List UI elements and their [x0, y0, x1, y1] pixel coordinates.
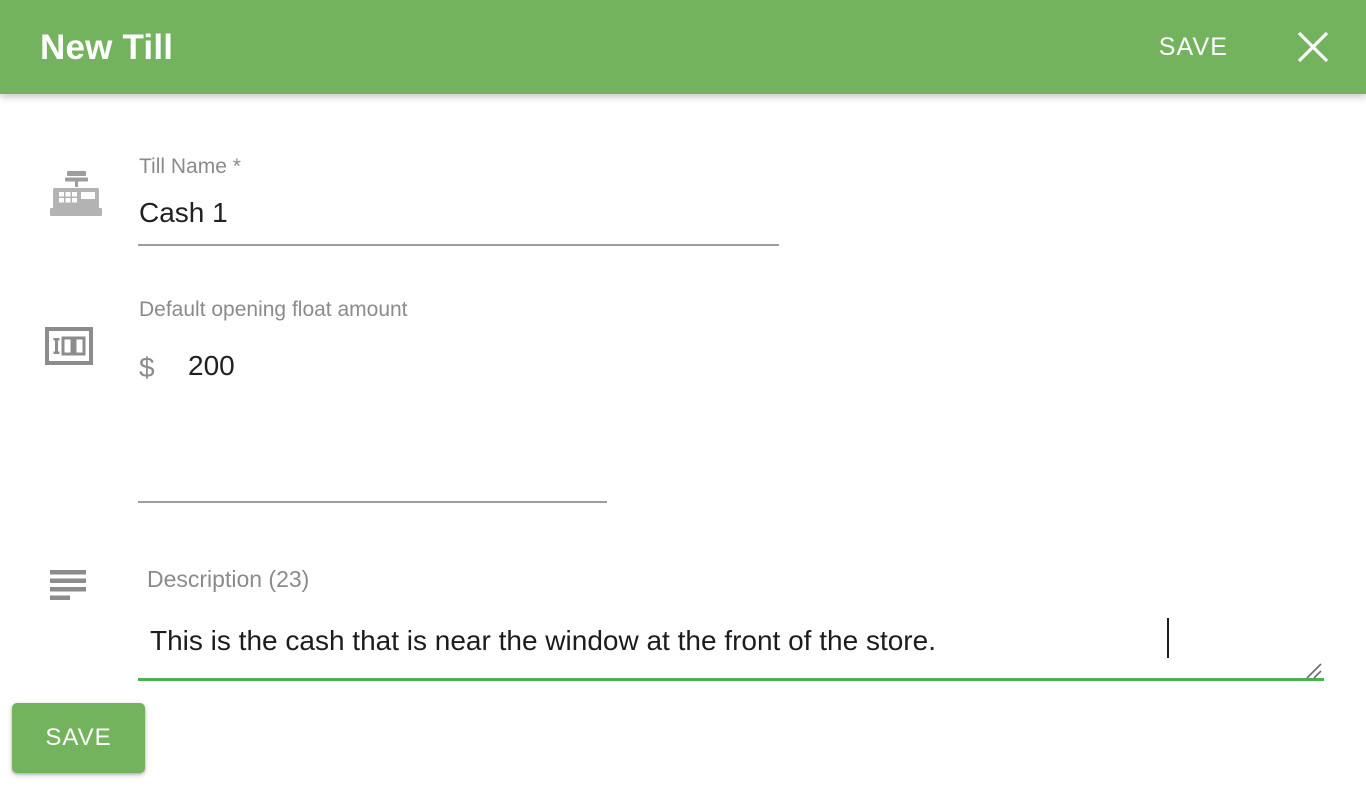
currency-symbol: $ [139, 352, 155, 383]
cash-register-icon [48, 171, 104, 219]
till-name-underline [138, 244, 779, 246]
text-caret [1167, 618, 1169, 658]
description-lines-icon [50, 569, 86, 603]
page-title: New Till [40, 27, 174, 67]
field-float-amount: Default opening float amount $ 200 [0, 254, 1366, 503]
dialog-header: New Till SAVE [0, 0, 1366, 94]
banknote-icon [45, 327, 93, 365]
header-save-button[interactable]: SAVE [1149, 29, 1238, 66]
close-icon [1293, 27, 1333, 67]
description-label: Description (23) [147, 566, 310, 592]
form-body: Till Name * Cash 1 Default opening float… [0, 94, 1366, 794]
float-amount-input[interactable]: 200 [188, 352, 235, 380]
save-button[interactable]: SAVE [12, 703, 145, 773]
till-name-label: Till Name * [139, 155, 241, 178]
close-button[interactable] [1286, 20, 1340, 74]
field-description: Description (23) This is the cash that i… [0, 414, 1366, 681]
field-till-name: Till Name * Cash 1 [0, 94, 1366, 254]
till-name-input[interactable]: Cash 1 [139, 199, 228, 227]
description-textarea[interactable]: This is the cash that is near the window… [150, 627, 936, 655]
resize-handle-icon[interactable] [1305, 662, 1323, 680]
float-amount-label: Default opening float amount [139, 298, 408, 321]
description-underline [138, 678, 1324, 681]
